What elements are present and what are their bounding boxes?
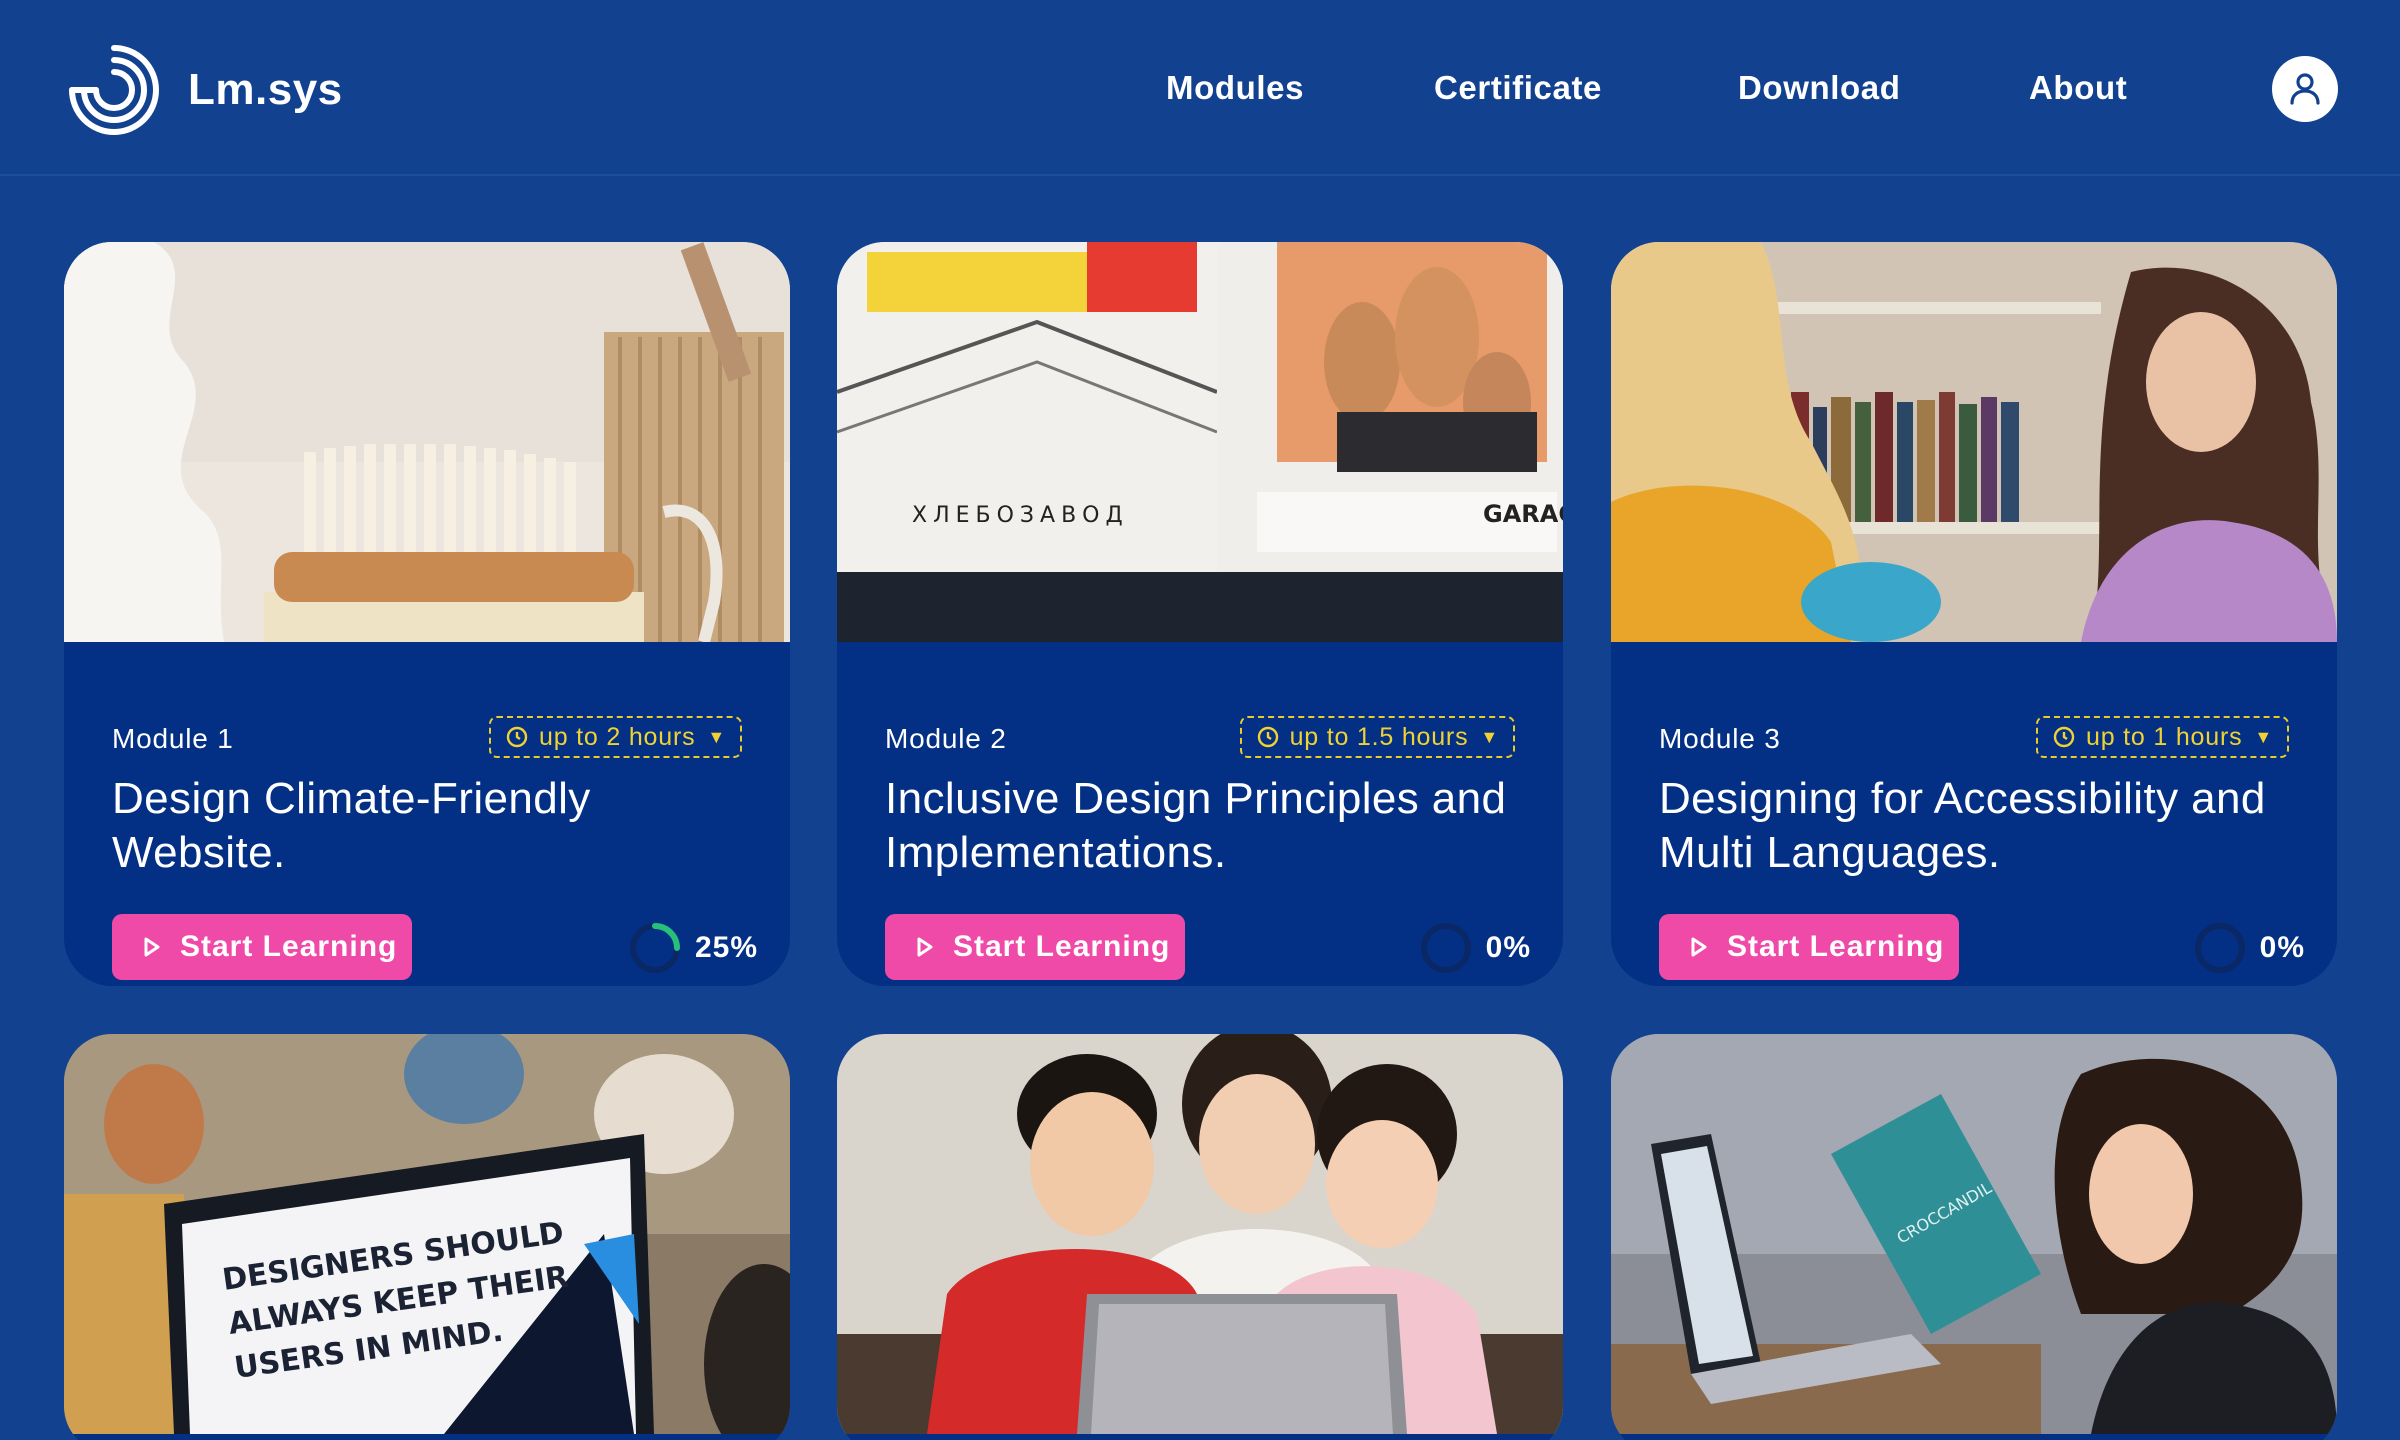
play-icon — [144, 937, 160, 957]
module-6-image: CROCCANDIL — [1611, 1034, 2337, 1434]
module-card-2: ХЛЕБОЗАВОД GARAG Module 2 up to 1.5 hour… — [837, 242, 1563, 986]
module-1-body: Module 1 up to 2 hours ▼ Design Climate-… — [64, 642, 790, 986]
play-icon — [917, 937, 933, 957]
duration-dropdown[interactable]: up to 1.5 hours ▼ — [1239, 716, 1515, 758]
duration-text: up to 2 hours — [539, 722, 696, 751]
module-2-image: ХЛЕБОЗАВОД GARAG — [837, 242, 1563, 642]
progress-ring — [2194, 923, 2245, 973]
progress-indicator: 25% — [629, 922, 758, 974]
start-learning-button[interactable]: Start Learning — [885, 914, 1185, 980]
duration-dropdown[interactable]: up to 1 hours ▼ — [2036, 716, 2289, 758]
module-title: Designing for Accessibility and Multi La… — [1659, 774, 2266, 877]
module-number: Module 1 — [112, 723, 234, 754]
module-card-3: Module 3 up to 1 hours ▼ Designing for A… — [1611, 242, 2337, 986]
progress-ring — [1420, 923, 1471, 973]
clock-icon — [2053, 726, 2075, 748]
caret-down-icon: ▼ — [1480, 726, 1499, 747]
nav-download[interactable]: Download — [1738, 66, 1900, 110]
brand-name[interactable]: Lm.sys — [188, 64, 343, 116]
module-card-5[interactable] — [837, 1034, 1563, 1440]
module-2-body: Module 2 up to 1.5 hours ▼ Inclusive Des… — [837, 642, 1563, 986]
progress-indicator: 0% — [2194, 922, 2305, 974]
progress-percent: 0% — [2259, 931, 2305, 964]
module-4-image: DESIGNERS SHOULD ALWAYS KEEP THEIR USERS… — [64, 1034, 790, 1434]
start-learning-label: Start Learning — [180, 930, 398, 963]
top-header: Lm.sys Modules Certificate Download Abou… — [0, 0, 2400, 176]
module-5-image — [837, 1034, 1563, 1434]
duration-dropdown[interactable]: up to 2 hours ▼ — [489, 716, 742, 758]
module-title: Design Climate-Friendly Website. — [112, 774, 591, 877]
start-learning-label: Start Learning — [1727, 930, 1945, 963]
progress-ring — [629, 923, 680, 973]
user-avatar-button[interactable] — [2272, 56, 2338, 122]
module-card-4[interactable]: DESIGNERS SHOULD ALWAYS KEEP THEIR USERS… — [64, 1034, 790, 1440]
nav-certificate[interactable]: Certificate — [1434, 66, 1602, 110]
nav-about[interactable]: About — [2029, 66, 2127, 110]
module-1-image — [64, 242, 790, 642]
clock-icon — [506, 726, 528, 748]
module-card-1: Module 1 up to 2 hours ▼ Design Climate-… — [64, 242, 790, 986]
progress-percent: 0% — [1485, 931, 1531, 964]
clock-icon — [1257, 726, 1278, 748]
progress-indicator: 0% — [1420, 922, 1531, 974]
module-number: Module 2 — [885, 723, 1007, 754]
progress-percent: 25% — [694, 931, 758, 964]
module-card-6[interactable]: CROCCANDIL — [1611, 1034, 2337, 1440]
start-learning-button[interactable]: Start Learning — [112, 914, 412, 980]
svg-text:ХЛЕБОЗАВОД: ХЛЕБОЗАВОД — [912, 503, 1129, 528]
duration-text: up to 1.5 hours — [1289, 722, 1469, 751]
module-3-body: Module 3 up to 1 hours ▼ Designing for A… — [1611, 642, 2337, 986]
caret-down-icon: ▼ — [707, 726, 726, 747]
module-title: Inclusive Design Principles and Implemen… — [885, 774, 1507, 877]
user-icon — [2290, 73, 2320, 105]
caret-down-icon: ▼ — [2254, 726, 2273, 747]
nav-modules[interactable]: Modules — [1166, 66, 1304, 110]
start-learning-button[interactable]: Start Learning — [1659, 914, 1959, 980]
module-number: Module 3 — [1659, 723, 1781, 754]
play-icon — [1691, 937, 1707, 957]
logo-icon[interactable] — [66, 42, 162, 138]
svg-text:GARAG: GARAG — [1483, 500, 1563, 528]
start-learning-label: Start Learning — [953, 930, 1171, 963]
duration-text: up to 1 hours — [2086, 722, 2243, 751]
module-3-image — [1611, 242, 2337, 642]
